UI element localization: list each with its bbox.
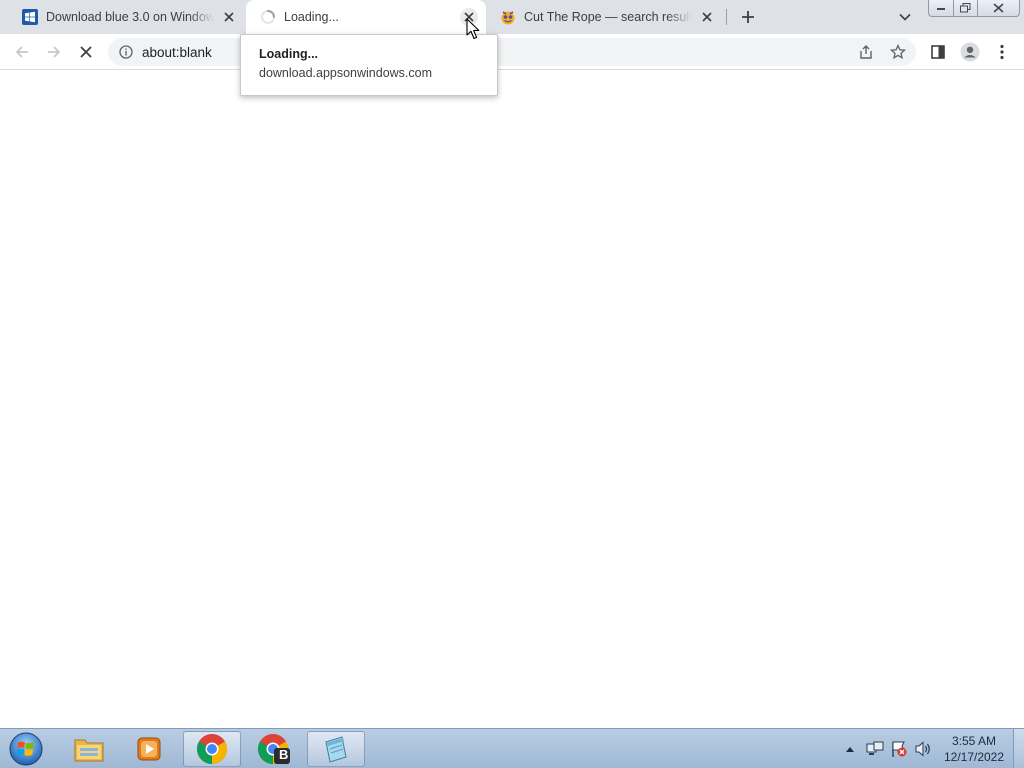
- avatar-icon: [960, 42, 980, 62]
- tab-title: Loading...: [284, 10, 339, 24]
- chrome-icon: [196, 734, 228, 764]
- taskbar-chrome-beta[interactable]: B: [245, 731, 303, 767]
- taskbar-clock[interactable]: 3:55 AM 12/17/2022: [940, 733, 1008, 765]
- restore-button[interactable]: [953, 0, 978, 17]
- folder-icon: [74, 739, 104, 762]
- appsonwindows-favicon: [22, 9, 38, 25]
- clock-time: 3:55 AM: [951, 734, 997, 748]
- arrow-right-icon: [48, 46, 61, 58]
- tab-title: Download blue 3.0 on Windows PC: [46, 10, 214, 24]
- hover-card-domain: download.appsonwindows.com: [259, 66, 433, 80]
- network-tray-icon[interactable]: [864, 729, 886, 768]
- show-hidden-icons-button[interactable]: [843, 729, 857, 768]
- clock-date: 12/17/2022: [943, 750, 1005, 764]
- taskbar-notepad[interactable]: [307, 731, 365, 767]
- site-info-icon[interactable]: [112, 38, 140, 66]
- taskbar-chrome[interactable]: [183, 731, 241, 767]
- tab-hover-card: Loading... download.appsonwindows.com: [240, 34, 498, 96]
- cut-the-rope-favicon: [500, 9, 516, 25]
- media-player-icon: [137, 737, 161, 761]
- restore-icon: [960, 3, 971, 13]
- side-panel-icon: [931, 45, 945, 59]
- address-bar-url[interactable]: about:blank: [142, 45, 212, 60]
- back-button[interactable]: [8, 38, 36, 66]
- minimize-button[interactable]: [928, 0, 954, 17]
- chrome-beta-badge: B: [279, 747, 289, 762]
- arrow-left-icon: [15, 46, 28, 58]
- chevron-down-icon: [899, 13, 911, 21]
- volume-tray-icon[interactable]: [912, 729, 934, 768]
- stop-loading-button[interactable]: [72, 38, 100, 66]
- minimize-icon: [937, 8, 945, 10]
- tab-cut-the-rope[interactable]: Cut The Rope — search results on: [486, 0, 724, 34]
- stop-icon: [80, 46, 92, 58]
- action-center-tray-icon[interactable]: [888, 729, 910, 768]
- new-tab-button[interactable]: [736, 5, 760, 29]
- windows-start-orb-icon: [9, 732, 43, 766]
- kebab-menu-icon: [1000, 44, 1004, 60]
- address-bar[interactable]: about:blank: [108, 38, 916, 66]
- plus-icon: [742, 11, 754, 23]
- bookmark-button[interactable]: [884, 38, 912, 66]
- tab-strip: Download blue 3.0 on Windows PC Loading.…: [0, 0, 1024, 34]
- mouse-cursor-icon: [466, 18, 480, 40]
- tab-download-blue[interactable]: Download blue 3.0 on Windows PC: [8, 0, 246, 34]
- start-button[interactable]: [6, 730, 46, 768]
- forward-button[interactable]: [40, 38, 68, 66]
- menu-button[interactable]: [988, 38, 1016, 66]
- taskbar-explorer[interactable]: [60, 731, 118, 767]
- loading-spinner-icon: [260, 9, 276, 25]
- close-window-button[interactable]: [977, 0, 1020, 17]
- share-icon: [860, 45, 872, 59]
- tab-search-button[interactable]: [894, 6, 916, 28]
- page-content[interactable]: [0, 71, 1024, 728]
- browser-toolbar: about:blank: [0, 34, 1024, 70]
- taskbar-media-player[interactable]: [120, 731, 178, 767]
- close-tab-icon[interactable]: [698, 8, 716, 26]
- windows-taskbar: B 3:55 AM 12/17/2022: [0, 728, 1024, 768]
- tab-title: Cut The Rope — search results on: [524, 10, 692, 24]
- profile-button[interactable]: [956, 38, 984, 66]
- close-icon: [993, 3, 1004, 13]
- close-tab-icon[interactable]: [220, 8, 238, 26]
- tab-separator: [726, 9, 727, 25]
- star-icon: [890, 44, 906, 60]
- hover-card-title: Loading...: [259, 47, 319, 61]
- tab-loading[interactable]: Loading...: [246, 0, 486, 34]
- side-panel-button[interactable]: [924, 38, 952, 66]
- chevron-up-icon: [846, 747, 854, 752]
- notepad-icon: [325, 736, 347, 763]
- share-button[interactable]: [852, 38, 880, 66]
- show-desktop-button[interactable]: [1013, 729, 1024, 768]
- browser-window: Download blue 3.0 on Windows PC Loading.…: [0, 0, 1024, 768]
